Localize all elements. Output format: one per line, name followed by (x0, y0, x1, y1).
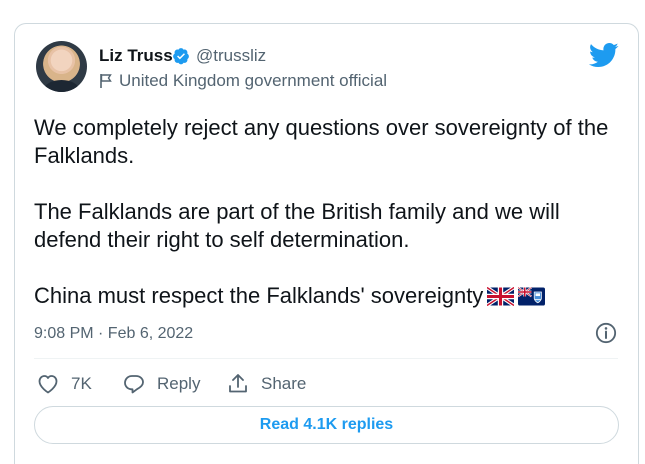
tweet-card: Liz Truss @trussliz United Kingdom gover… (14, 23, 639, 464)
avatar[interactable] (36, 41, 87, 92)
heart-icon (38, 375, 58, 394)
reply-label: Reply (157, 374, 201, 393)
government-flag-icon (100, 74, 112, 88)
tweet-timestamp[interactable]: 9:08 PM · Feb 6, 2022 (34, 325, 193, 343)
verified-badge-icon (173, 48, 189, 65)
share-label: Share (261, 374, 307, 393)
author-name[interactable]: Liz Truss (99, 46, 173, 66)
author-handle[interactable]: @trussliz (196, 46, 266, 66)
divider (34, 358, 618, 359)
tweet-paragraph: The Falklands are part of the British fa… (34, 199, 566, 252)
falklands-flag-icon (518, 287, 546, 306)
like-count: 7K (71, 374, 92, 393)
reply-bubble-icon (124, 375, 144, 394)
info-icon[interactable] (595, 322, 617, 344)
like-button[interactable]: 7K (36, 371, 92, 397)
tweet-text: We completely reject any questions over … (34, 114, 629, 310)
share-upload-icon (229, 374, 247, 393)
tweet-paragraph: China must respect the Falklands' sovere… (34, 283, 484, 308)
uk-flag-icon (487, 287, 515, 306)
twitter-bird-icon[interactable] (589, 43, 619, 68)
government-label[interactable]: United Kingdom government official (119, 71, 387, 91)
avatar-shoulders (44, 80, 79, 92)
reply-button[interactable]: Reply (122, 371, 200, 397)
read-replies-button[interactable]: Read 4.1K replies (34, 406, 619, 444)
tweet-paragraph: We completely reject any questions over … (34, 115, 615, 168)
share-button[interactable]: Share (226, 371, 306, 397)
